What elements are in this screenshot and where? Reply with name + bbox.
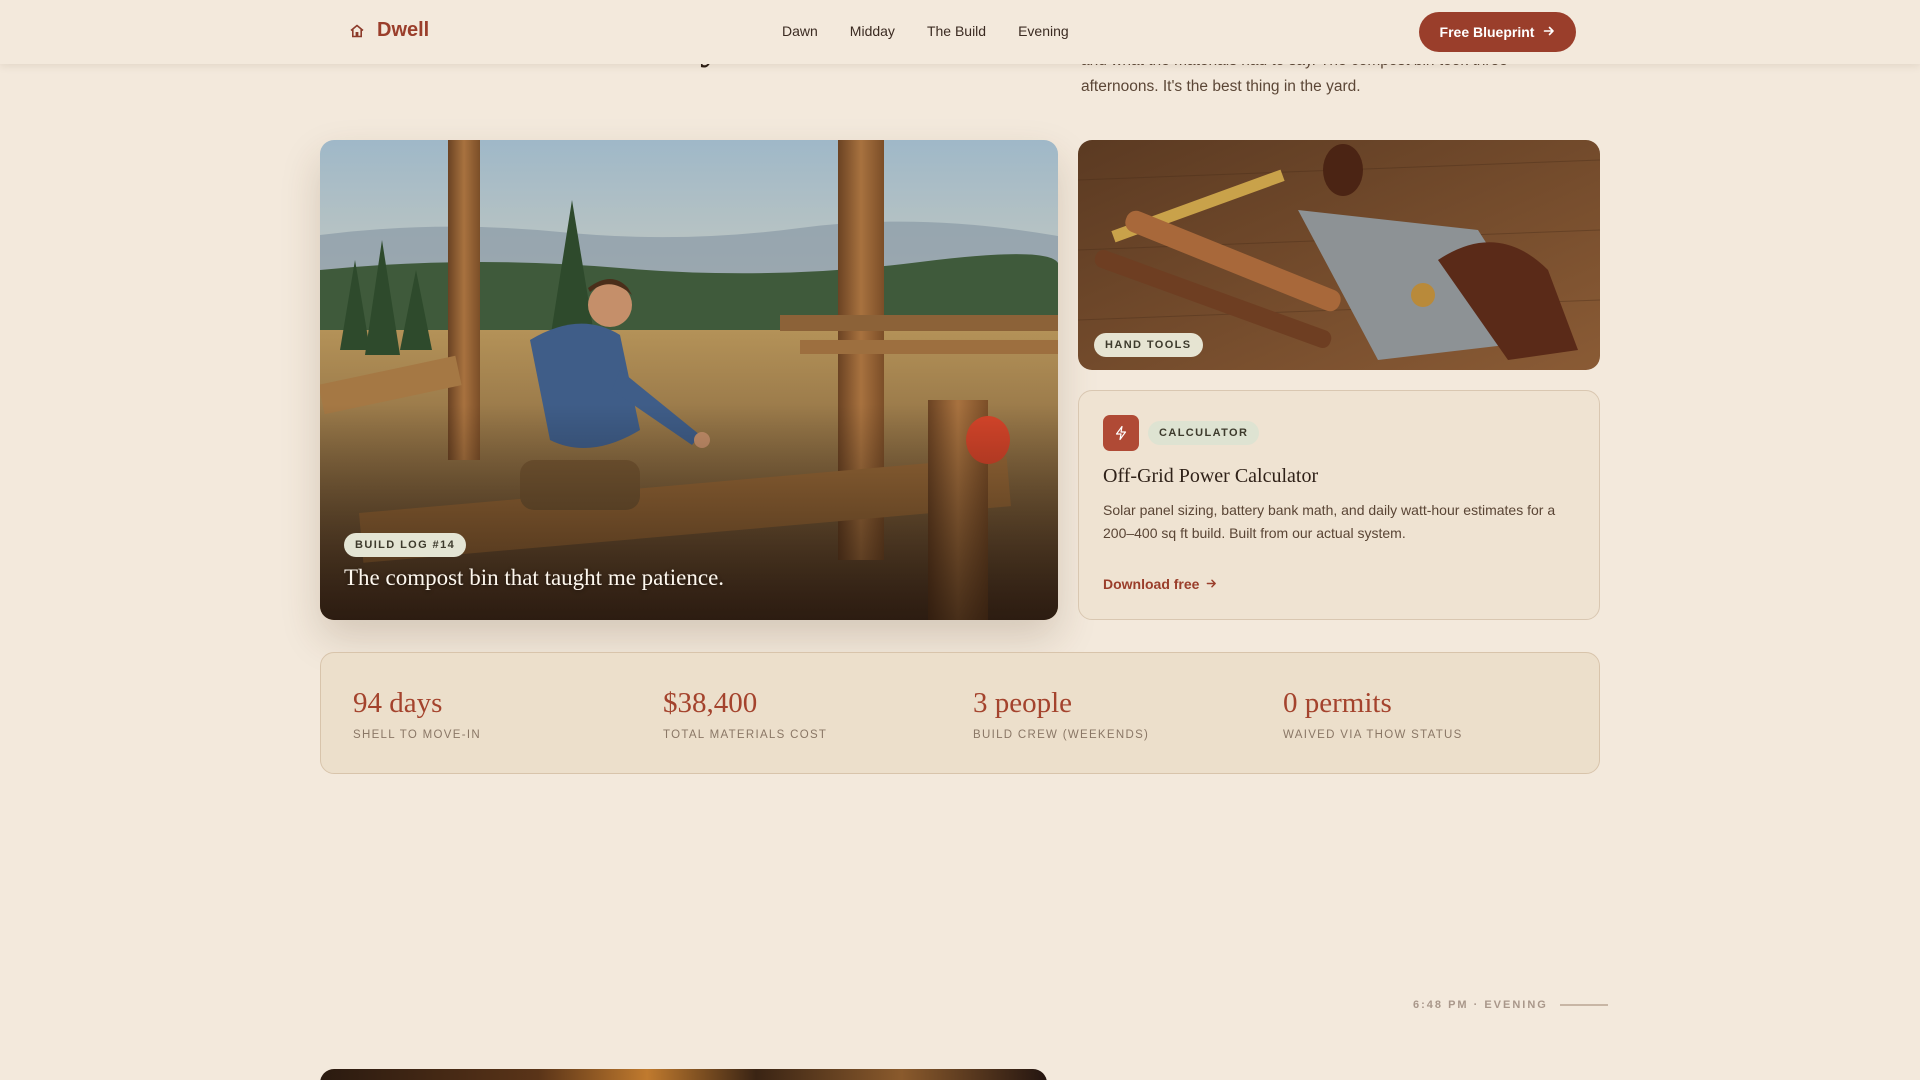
evening-section-marker: 6:48 PM · EVENING [1413, 999, 1608, 1011]
free-blueprint-label: Free Blueprint [1439, 24, 1535, 40]
intro-line-2: afternoons. It's the best thing in the y… [1081, 78, 1361, 95]
hand-tools-card[interactable]: HAND TOOLS [1078, 140, 1600, 370]
nav-link-dawn[interactable]: Dawn [782, 23, 818, 39]
nav-links: Dawn Midday The Build Evening [782, 23, 1069, 39]
download-free-label: Download free [1103, 576, 1200, 592]
top-navigation: Dwell Dawn Midday The Build Evening Free… [0, 0, 1920, 64]
build-log-card[interactable]: BUILD LOG #14 The compost bin that taugh… [320, 140, 1058, 620]
hand-tools-badge: HAND TOOLS [1094, 333, 1203, 357]
stat-label: TOTAL MATERIALS COST [663, 729, 828, 741]
stat-label: SHELL TO MOVE-IN [353, 729, 481, 741]
stat-label: BUILD CREW (WEEKENDS) [973, 729, 1150, 741]
download-free-link[interactable]: Download free [1103, 576, 1217, 592]
arrow-right-icon [1543, 24, 1555, 40]
calculator-badge: CALCULATOR [1148, 421, 1260, 445]
free-blueprint-button[interactable]: Free Blueprint [1419, 12, 1576, 52]
evening-photo [320, 1069, 1047, 1080]
calculator-description: Solar panel sizing, battery bank math, a… [1103, 502, 1556, 541]
stat-cost: $38,400 TOTAL MATERIALS COST [663, 687, 827, 741]
build-log-badge: BUILD LOG #14 [344, 533, 467, 557]
house-icon [349, 23, 365, 39]
stat-value: $38,400 [663, 687, 758, 719]
stat-label: WAIVED VIA THOW STATUS [1283, 729, 1463, 741]
divider [1559, 1004, 1608, 1006]
stat-value: 0 permits [1283, 687, 1392, 719]
build-log-caption: The compost bin that taught me patience. [344, 565, 725, 590]
calculator-card: CALCULATOR Off-Grid Power Calculator Sol… [1078, 390, 1600, 620]
nav-link-midday[interactable]: Midday [850, 23, 895, 39]
nav-link-evening[interactable]: Evening [1018, 23, 1069, 39]
brand-logo[interactable]: Dwell [349, 19, 429, 42]
brand-name: Dwell [377, 19, 430, 41]
stat-permits: 0 permits WAIVED VIA THOW STATUS [1283, 687, 1463, 741]
stat-crew: 3 people BUILD CREW (WEEKENDS) [973, 687, 1149, 741]
nav-link-the-build[interactable]: The Build [927, 23, 986, 39]
stat-value: 94 days [353, 687, 443, 719]
calculator-title: Off-Grid Power Calculator [1103, 465, 1319, 487]
arrow-right-icon [1206, 576, 1217, 592]
section-marker-label: 6:48 PM · EVENING [1413, 999, 1548, 1011]
lightning-icon [1103, 415, 1139, 451]
stat-days: 94 days SHELL TO MOVE-IN [353, 687, 481, 741]
build-stats: 94 days SHELL TO MOVE-IN $38,400 TOTAL M… [320, 652, 1600, 774]
stat-value: 3 people [973, 687, 1073, 719]
